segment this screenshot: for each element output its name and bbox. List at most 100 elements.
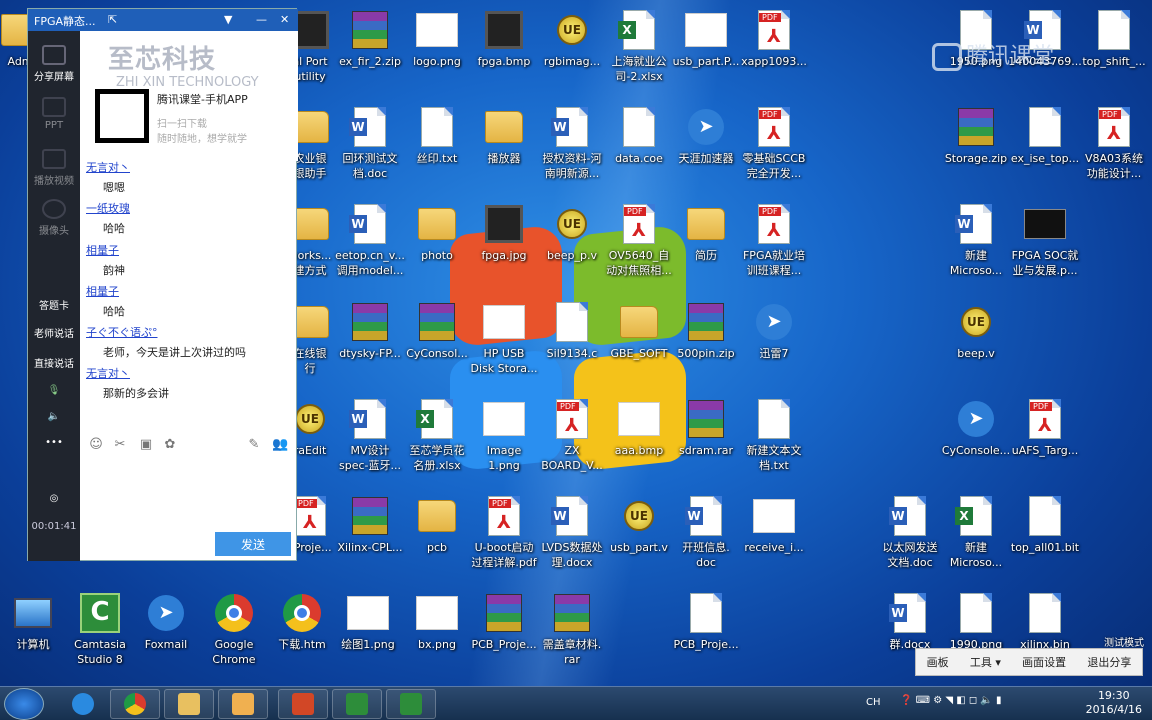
minimize-icon[interactable]: — <box>256 13 267 26</box>
image-icon[interactable]: ▣ <box>138 437 154 453</box>
desktop-icon[interactable]: PDF ⅄ uAFS_Targ... <box>1003 397 1087 458</box>
desktop-icon-label: 播放器 <box>487 152 521 165</box>
chip-file-icon <box>483 202 525 246</box>
answer-card-button[interactable]: 答题卡 <box>28 297 80 312</box>
tray-icons[interactable]: ❓ ⌨ ⚙ ◥ ◧ ◻ 🔈 ▮ <box>900 695 1002 706</box>
desktop-icon[interactable]: top_all01.bit <box>1003 494 1087 555</box>
doc-file-icon <box>1024 591 1066 635</box>
flower-icon[interactable]: ✿ <box>162 437 178 453</box>
internet-explorer-icon <box>72 693 94 715</box>
desktop-icon-label: 新建 Microso... <box>949 249 1003 277</box>
desktop-icon[interactable]: 新建文本文 档.txt <box>732 397 816 473</box>
word-file-icon: W <box>551 105 593 149</box>
desktop-icon[interactable]: receive_i... <box>732 494 816 555</box>
edit-icon[interactable]: ✎ <box>246 437 262 453</box>
word-file-icon: W <box>685 494 727 538</box>
desktop-icon[interactable]: PDF ⅄ FPGA就业培 训班课程... <box>732 202 816 278</box>
folder-file-icon <box>483 105 525 149</box>
camtasia-taskbar-button[interactable] <box>332 689 382 719</box>
desktop-icon[interactable]: PDF ⅄ xapp1093... <box>732 8 816 69</box>
chat-username[interactable]: 一纸玫瑰 <box>80 200 298 220</box>
ie-taskbar-icon[interactable] <box>58 689 108 719</box>
members-icon[interactable]: 👥 <box>272 437 288 453</box>
desktop-icon-label: 500pin.zip <box>677 347 735 360</box>
whiteboard-button[interactable]: 画板 <box>927 654 949 670</box>
start-button[interactable] <box>4 688 44 720</box>
camera-button[interactable]: 摄像头 <box>28 199 80 237</box>
direct-speak-button[interactable]: 直接说话 <box>28 355 80 370</box>
desktop-icon-label: 上海就业公 司-2.xlsx <box>611 55 667 83</box>
desktop-icon[interactable]: PDF ⅄ V8A03系统 功能设计... <box>1072 105 1152 181</box>
volume-icon[interactable]: 🔈 <box>28 411 80 422</box>
scissors-icon[interactable]: ✂ <box>112 437 128 453</box>
exit-share-button[interactable]: 退出分享 <box>1087 654 1131 670</box>
chat-message: 相量子 韵神 <box>80 242 298 283</box>
paint-icon <box>232 693 254 715</box>
chat-text: 那新的多会讲 <box>103 387 169 401</box>
desktop-icon-label: fpga.bmp <box>477 55 531 68</box>
test-mode-label: 测试模式 <box>1104 638 1144 649</box>
tools-button[interactable]: 工具 ▾ <box>970 654 1001 670</box>
desktop-icon[interactable]: UE beep.v <box>934 300 1018 361</box>
dropdown-icon[interactable]: ▼ <box>224 13 232 26</box>
clock[interactable]: 19:30 2016/4/16 <box>1086 689 1142 717</box>
desktop-icon[interactable]: ➤ 迅雷7 <box>732 300 816 361</box>
word-file-icon: W <box>551 494 593 538</box>
desktop-icon-label: FPGA SOC就 业与发展.p... <box>1011 249 1079 277</box>
desktop-icon[interactable]: FPGA SOC就 业与发展.p... <box>1003 202 1087 278</box>
chat-username[interactable]: 相量子 <box>80 283 298 303</box>
chat-username[interactable]: 子ぐ不ぐ语ぷ° <box>80 324 298 344</box>
folder-file-icon <box>416 494 458 538</box>
comp-file-icon <box>12 591 54 635</box>
call-timer: 00:01:41 <box>31 521 77 532</box>
emoji-icon[interactable]: ☺ <box>88 437 104 453</box>
explorer-taskbar-button[interactable] <box>164 689 214 719</box>
desktop-icon-label: beep.v <box>957 347 995 360</box>
record-icon[interactable]: ◎ <box>28 493 80 504</box>
close-icon[interactable]: ✕ <box>280 13 289 26</box>
camtasia-recorder-taskbar-button[interactable] <box>386 689 436 719</box>
chat-username[interactable]: 无言对丶 <box>80 159 298 179</box>
brand-english: ZHI XIN TECHNOLOGY <box>116 75 259 90</box>
chat-titlebar[interactable]: FPGA静态... ⇱ ▼ — ✕ <box>28 9 298 31</box>
desktop-icon-label: 需盖章材料. rar <box>542 638 602 666</box>
desktop-icon-label: Sil9134.c <box>546 347 598 360</box>
desktop-icon[interactable]: top_shift_... <box>1072 8 1152 69</box>
desktop-icon[interactable]: 需盖章材料. rar <box>530 591 614 667</box>
ime-indicator[interactable]: CH <box>866 697 881 708</box>
desktop-icon-label: V8A03系统 功能设计... <box>1084 152 1144 180</box>
send-button[interactable]: 发送 <box>215 532 291 556</box>
desktop-icon-label: bx.png <box>418 638 456 651</box>
thumb-file-icon <box>685 8 727 52</box>
folder-file-icon <box>618 300 660 344</box>
pdf-file-icon: PDF ⅄ <box>1093 105 1135 149</box>
doc-file-icon <box>416 105 458 149</box>
chat-toolbar: ☺ ✂ ▣ ✿ ✎ 👥 <box>80 434 298 458</box>
scan-text: 扫一扫下载 <box>157 119 207 130</box>
chrome-taskbar-button[interactable] <box>110 689 160 719</box>
teacher-speaks-button[interactable]: 老师说话 <box>28 325 80 340</box>
chat-username[interactable]: 相量子 <box>80 242 298 262</box>
share-screen-button[interactable]: 分享屏幕 <box>28 45 80 83</box>
desktop-icon-label: top_shift_... <box>1082 55 1146 68</box>
desktop-icon[interactable]: xilinx.bin <box>1003 591 1087 652</box>
screen-settings-button[interactable]: 画面设置 <box>1022 654 1066 670</box>
doc-file-icon <box>1024 105 1066 149</box>
paint-taskbar-button[interactable] <box>218 689 268 719</box>
powerpoint-icon <box>292 693 314 715</box>
more-icon[interactable]: ••• <box>28 437 80 448</box>
share-icon[interactable]: ⇱ <box>108 13 117 26</box>
ppt-button[interactable]: PPT <box>28 97 80 131</box>
thumb-file-icon <box>618 397 660 441</box>
desktop-icon-label: 至芯学员花 名册.xlsx <box>409 444 465 472</box>
doc-file-icon <box>685 591 727 635</box>
scan-subtext: 随时随地，想学就学 <box>157 134 247 145</box>
mic-icon[interactable]: 🎙 <box>28 385 80 396</box>
thumb-file-icon <box>483 300 525 344</box>
powerpoint-taskbar-button[interactable] <box>278 689 328 719</box>
desktop-icon[interactable]: PCB_Proje... <box>664 591 748 652</box>
play-video-button[interactable]: 播放视频 <box>28 149 80 187</box>
desktop-icon-label: top_all01.bit <box>1010 541 1080 554</box>
chat-username[interactable]: 无言对丶 <box>80 365 298 385</box>
desktop-icon[interactable]: PDF ⅄ 零基础SCCB 完全开发... <box>732 105 816 181</box>
